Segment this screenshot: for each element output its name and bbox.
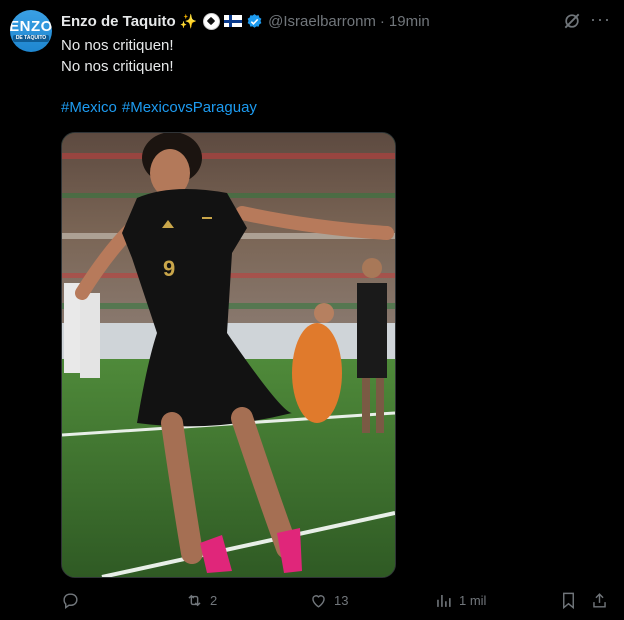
handle[interactable]: @Israelbarronm — [268, 13, 376, 30]
tweet-actions: 2 13 1 mil — [0, 584, 624, 616]
timestamp[interactable]: 19min — [389, 13, 430, 30]
share-button[interactable] — [590, 584, 609, 616]
tweet-media-image[interactable]: 9 — [61, 132, 396, 578]
like-button[interactable]: 13 — [309, 584, 348, 616]
reply-icon — [63, 592, 78, 609]
separator-dot: · — [379, 12, 385, 30]
reply-button[interactable] — [61, 584, 80, 616]
share-icon — [593, 592, 606, 608]
hashtag-link[interactable]: #Mexico — [61, 99, 117, 116]
sparkles-icon: ✨ — [179, 12, 198, 29]
views-count: 1 mil — [459, 592, 487, 608]
hashtag-link[interactable]: #MexicovsParaguay — [122, 99, 257, 116]
avatar-logo-subtext: DE TAQUITO — [12, 35, 50, 42]
retweet-button[interactable]: 2 — [185, 584, 217, 616]
retweet-icon — [188, 594, 201, 606]
heart-icon — [312, 594, 325, 608]
bookmark-icon — [563, 592, 574, 609]
display-name[interactable]: Enzo de Taquito — [61, 13, 176, 30]
like-count: 13 — [334, 592, 349, 608]
avatar[interactable]: ENZO DE TAQUITO — [10, 10, 52, 52]
avatar-logo-text: ENZO — [10, 18, 52, 35]
hashtags: #Mexico #MexicovsParaguay — [61, 99, 257, 116]
views-icon — [437, 594, 451, 607]
tweet-text-line: No nos critiquen! — [61, 37, 174, 54]
bookmark-button[interactable] — [559, 584, 578, 616]
retweet-count: 2 — [210, 592, 218, 608]
verified-badge-icon — [247, 13, 262, 28]
finland-flag-icon — [224, 15, 243, 27]
grok-icon[interactable] — [562, 11, 582, 31]
more-options-icon[interactable]: ··· — [590, 10, 610, 30]
views-button[interactable]: 1 mil — [434, 584, 486, 616]
photo-illustration: 9 — [62, 133, 395, 577]
tweet-text-line: No nos critiquen! — [61, 58, 174, 75]
svg-text:9: 9 — [163, 256, 175, 281]
tweet-header: Enzo de Taquito ✨ @Israelbarronm · 19min — [61, 10, 430, 32]
tweet[interactable]: ENZO DE TAQUITO Enzo de Taquito ✨ @Israe… — [0, 0, 624, 620]
soccer-ball-icon — [203, 12, 221, 30]
